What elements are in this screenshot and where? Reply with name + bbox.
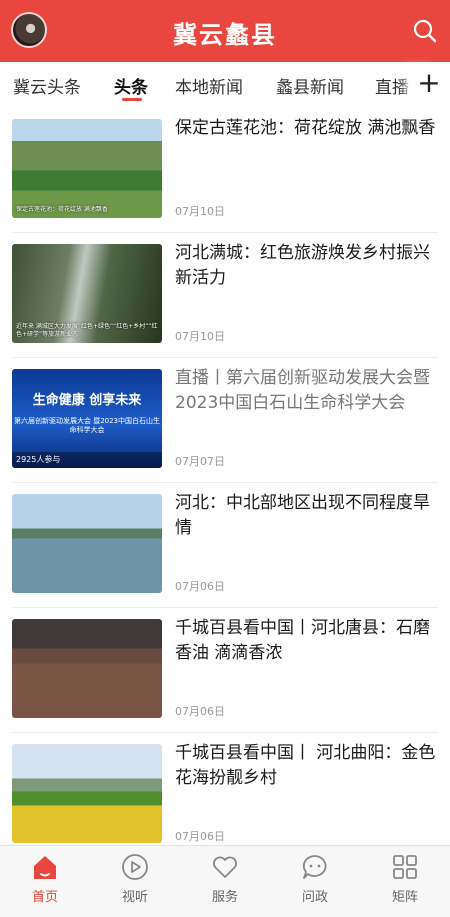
nav-label: 服务	[211, 890, 238, 905]
news-date: 07月10日	[175, 205, 225, 218]
search-icon[interactable]	[412, 18, 438, 44]
news-title: 保定古莲花池：荷花绽放 满池飘香	[175, 118, 436, 138]
list-item[interactable]: 生命健康 创享未来 第六届创新驱动发展大会 暨2023中国白石山生命科学大会 2…	[12, 358, 438, 483]
nav-label: 首页	[31, 890, 58, 905]
news-date: 07月06日	[175, 830, 225, 843]
news-thumbnail	[12, 619, 162, 718]
bottom-nav: 首页 视听 服务 问政 矩阵	[0, 845, 450, 917]
nav-label: 矩阵	[391, 890, 418, 905]
app-header: 冀云蠡县	[0, 0, 450, 62]
thumbnail-caption: 近年来 满城区大力发展“红色+绿色”“红色+乡村”“红色+研学”等旅游新业态	[16, 323, 158, 338]
tab-jiyun-headlines[interactable]: 冀云头条	[13, 73, 81, 98]
list-item[interactable]: 近年来 满城区大力发展“红色+绿色”“红色+乡村”“红色+研学”等旅游新业态 河…	[12, 233, 438, 358]
nav-matrix[interactable]: 矩阵	[360, 852, 450, 905]
home-icon	[34, 856, 56, 879]
thumbnail-banner: 生命健康 创享未来	[32, 393, 142, 408]
list-item[interactable]: 保定古莲花池：荷花绽放 满池飘香 保定古莲花池：荷花绽放 满池飘香 07月10日	[12, 108, 438, 233]
play-count: 2925人参与	[12, 452, 162, 468]
thumbnail-caption: 保定古莲花池：荷花绽放 满池飘香	[16, 206, 108, 213]
news-thumbnail	[12, 744, 162, 843]
tab-local-news[interactable]: 本地新闻	[175, 73, 243, 98]
news-title: 河北：中北部地区出现不同程度旱情	[175, 493, 430, 538]
news-thumbnail: 生命健康 创享未来 第六届创新驱动发展大会 暨2023中国白石山生命科学大会 2…	[12, 369, 162, 468]
news-date: 07月07日	[175, 455, 225, 468]
news-thumbnail	[12, 494, 162, 593]
add-channel-button[interactable]: +	[416, 68, 442, 98]
play-icon	[122, 854, 148, 880]
thumbnail-subtitle: 第六届创新驱动发展大会 暨2023中国白石山生命科学大会	[13, 417, 161, 434]
nav-media[interactable]: 视听	[90, 852, 180, 905]
news-date: 07月10日	[175, 330, 225, 343]
heart-icon	[213, 856, 237, 878]
news-thumbnail: 保定古莲花池：荷花绽放 满池飘香	[12, 119, 162, 218]
tab-lixian-news[interactable]: 蠡县新闻	[276, 73, 344, 98]
nav-home[interactable]: 首页	[0, 852, 90, 905]
nav-label: 问政	[301, 890, 328, 905]
news-date: 07月06日	[175, 705, 225, 718]
chat-icon	[302, 855, 327, 879]
nav-service[interactable]: 服务	[180, 852, 270, 905]
news-list: 保定古莲花池：荷花绽放 满池飘香 保定古莲花池：荷花绽放 满池飘香 07月10日…	[0, 108, 450, 858]
active-tab-indicator	[122, 98, 142, 101]
channel-tabs: 冀云头条 头条 本地新闻 蠡县新闻 直播 +	[0, 62, 450, 108]
list-item[interactable]: 千城百县看中国丨 河北曲阳：金色花海扮靓乡村 07月06日	[12, 733, 438, 858]
news-title: 直播丨第六届创新驱动发展大会暨2023中国白石山生命科学大会	[175, 368, 430, 413]
list-item[interactable]: 河北：中北部地区出现不同程度旱情 07月06日	[12, 483, 438, 608]
news-thumbnail: 近年来 满城区大力发展“红色+绿色”“红色+乡村”“红色+研学”等旅游新业态	[12, 244, 162, 343]
news-title: 千城百县看中国丨 河北曲阳：金色花海扮靓乡村	[175, 743, 436, 788]
grid-icon	[393, 855, 417, 879]
news-date: 07月06日	[175, 580, 225, 593]
page-title: 冀云蠡县	[173, 21, 277, 49]
nav-inquiry[interactable]: 问政	[270, 852, 360, 905]
nav-label: 视听	[121, 890, 148, 905]
list-item[interactable]: 千城百县看中国丨河北唐县：石磨香油 滴滴香浓 07月06日	[12, 608, 438, 733]
news-title: 河北满城：红色旅游焕发乡村振兴新活力	[175, 243, 430, 288]
news-title: 千城百县看中国丨河北唐县：石磨香油 滴滴香浓	[175, 618, 430, 663]
tab-headlines[interactable]: 头条	[114, 73, 148, 98]
tab-live[interactable]: 直播	[375, 73, 409, 98]
